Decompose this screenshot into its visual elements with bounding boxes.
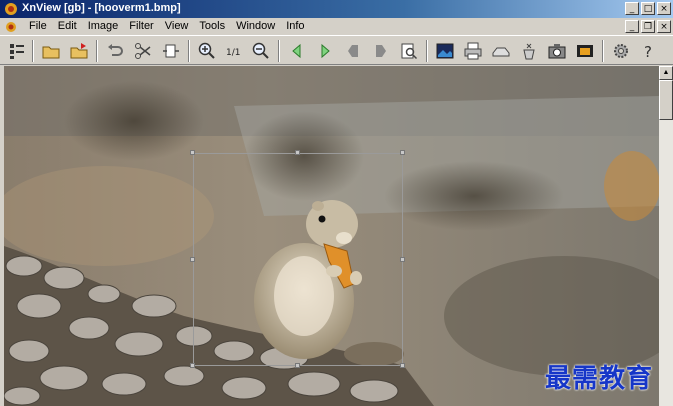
svg-text:?: ?: [644, 43, 652, 61]
selection-handle-se[interactable]: [400, 363, 405, 368]
watermark: 最需教育: [545, 364, 654, 394]
minimize-button[interactable]: _: [625, 2, 639, 15]
selection-handle-sw[interactable]: [190, 363, 195, 368]
last-icon[interactable]: [370, 40, 392, 62]
selection-handle-s[interactable]: [295, 363, 300, 368]
vertical-scrollbar[interactable]: ▲: [659, 66, 673, 406]
undo-icon[interactable]: [104, 40, 126, 62]
zoom-in-icon[interactable]: [196, 40, 218, 62]
menu-tools[interactable]: Tools: [194, 18, 231, 35]
scanner-icon[interactable]: [490, 40, 512, 62]
resize-icon[interactable]: [160, 40, 182, 62]
selection-handle-nw[interactable]: [190, 150, 195, 155]
mdi-minimize-button[interactable]: _: [625, 20, 639, 33]
save-icon[interactable]: [68, 40, 90, 62]
menu-edit[interactable]: Edit: [53, 18, 83, 35]
zoom-1to1-icon[interactable]: 1/1: [223, 40, 245, 62]
menu-info[interactable]: Info: [281, 18, 310, 35]
options-icon[interactable]: [610, 40, 632, 62]
zoom-out-icon[interactable]: [250, 40, 272, 62]
toolbar: 1/1 ?: [0, 35, 673, 65]
previous-icon[interactable]: [286, 40, 308, 62]
crop-icon[interactable]: [132, 40, 154, 62]
menu-window[interactable]: Window: [231, 18, 281, 35]
selection-handle-w[interactable]: [190, 257, 195, 262]
window-title: XnView [gb] - [hooverm1.bmp]: [22, 2, 181, 14]
capture-icon[interactable]: [574, 40, 596, 62]
menu-view[interactable]: View: [160, 18, 195, 35]
mdi-restore-button[interactable]: ❐: [641, 20, 655, 33]
maximize-button[interactable]: □: [641, 2, 655, 15]
selection-handle-n[interactable]: [295, 150, 300, 155]
toolbar-separator: [278, 40, 280, 62]
title-bar: XnView [gb] - [hooverm1.bmp] _ □ ×: [0, 0, 673, 18]
fullscreen-icon[interactable]: [398, 40, 420, 62]
print-icon[interactable]: [462, 40, 484, 62]
toolbar-separator: [32, 40, 34, 62]
toolbar-separator: [188, 40, 190, 62]
crop-selection[interactable]: [193, 153, 403, 366]
browser-icon[interactable]: [6, 40, 28, 62]
help-icon[interactable]: ?: [638, 40, 660, 62]
menu-bar: File Edit Image Filter View Tools Window…: [0, 18, 673, 35]
scroll-up-arrow-icon[interactable]: ▲: [659, 66, 673, 80]
menu-file[interactable]: File: [24, 18, 53, 35]
scrollbar-thumb[interactable]: [659, 80, 673, 120]
slideshow-icon[interactable]: [434, 40, 456, 62]
toolbar-separator: [602, 40, 604, 62]
camera-icon[interactable]: [546, 40, 568, 62]
menu-image[interactable]: Image: [83, 18, 125, 35]
document-menu-icon[interactable]: [4, 20, 18, 34]
svg-text:1/1: 1/1: [226, 48, 240, 58]
menu-filter[interactable]: Filter: [124, 18, 159, 35]
selection-handle-e[interactable]: [400, 257, 405, 262]
image-canvas[interactable]: [4, 66, 659, 406]
close-button[interactable]: ×: [657, 2, 671, 15]
toolbar-separator: [426, 40, 428, 62]
open-folder-icon[interactable]: [40, 40, 62, 62]
acquire-icon[interactable]: [518, 40, 540, 62]
xnview-app-icon: [5, 3, 17, 15]
next-icon[interactable]: [314, 40, 336, 62]
selection-handle-ne[interactable]: [400, 150, 405, 155]
toolbar-separator: [96, 40, 98, 62]
mdi-close-button[interactable]: ×: [657, 20, 671, 33]
first-icon[interactable]: [342, 40, 364, 62]
